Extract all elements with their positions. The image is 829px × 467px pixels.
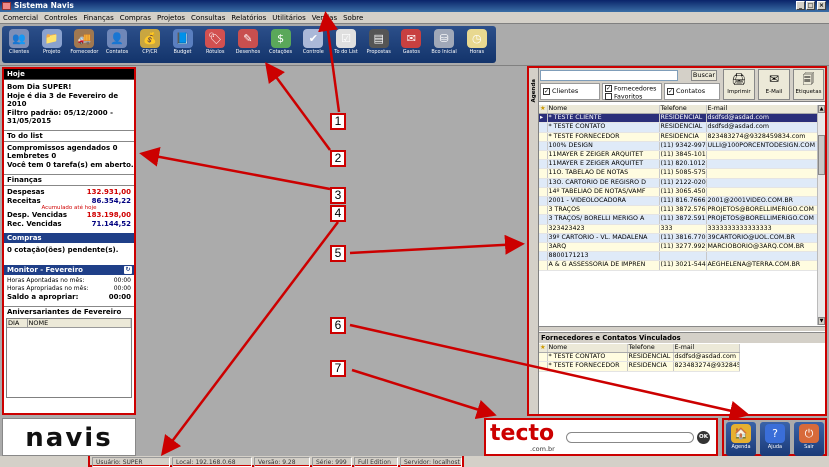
callout-6: 6 xyxy=(330,317,346,334)
arrow-3 xyxy=(139,146,331,191)
callout-4: 4 xyxy=(330,205,346,222)
arrow-2 xyxy=(265,61,332,151)
arrow-4 xyxy=(160,221,339,456)
callout-1: 1 xyxy=(330,113,346,130)
callout-2: 2 xyxy=(330,150,346,167)
callout-3: 3 xyxy=(330,187,346,204)
callout-5: 5 xyxy=(330,245,346,262)
arrow-1 xyxy=(318,11,341,113)
arrow-5 xyxy=(349,234,525,255)
callout-7: 7 xyxy=(330,360,346,377)
annotation-arrows xyxy=(139,11,750,456)
arrow-6 xyxy=(349,323,750,421)
arrow-7 xyxy=(351,368,497,420)
